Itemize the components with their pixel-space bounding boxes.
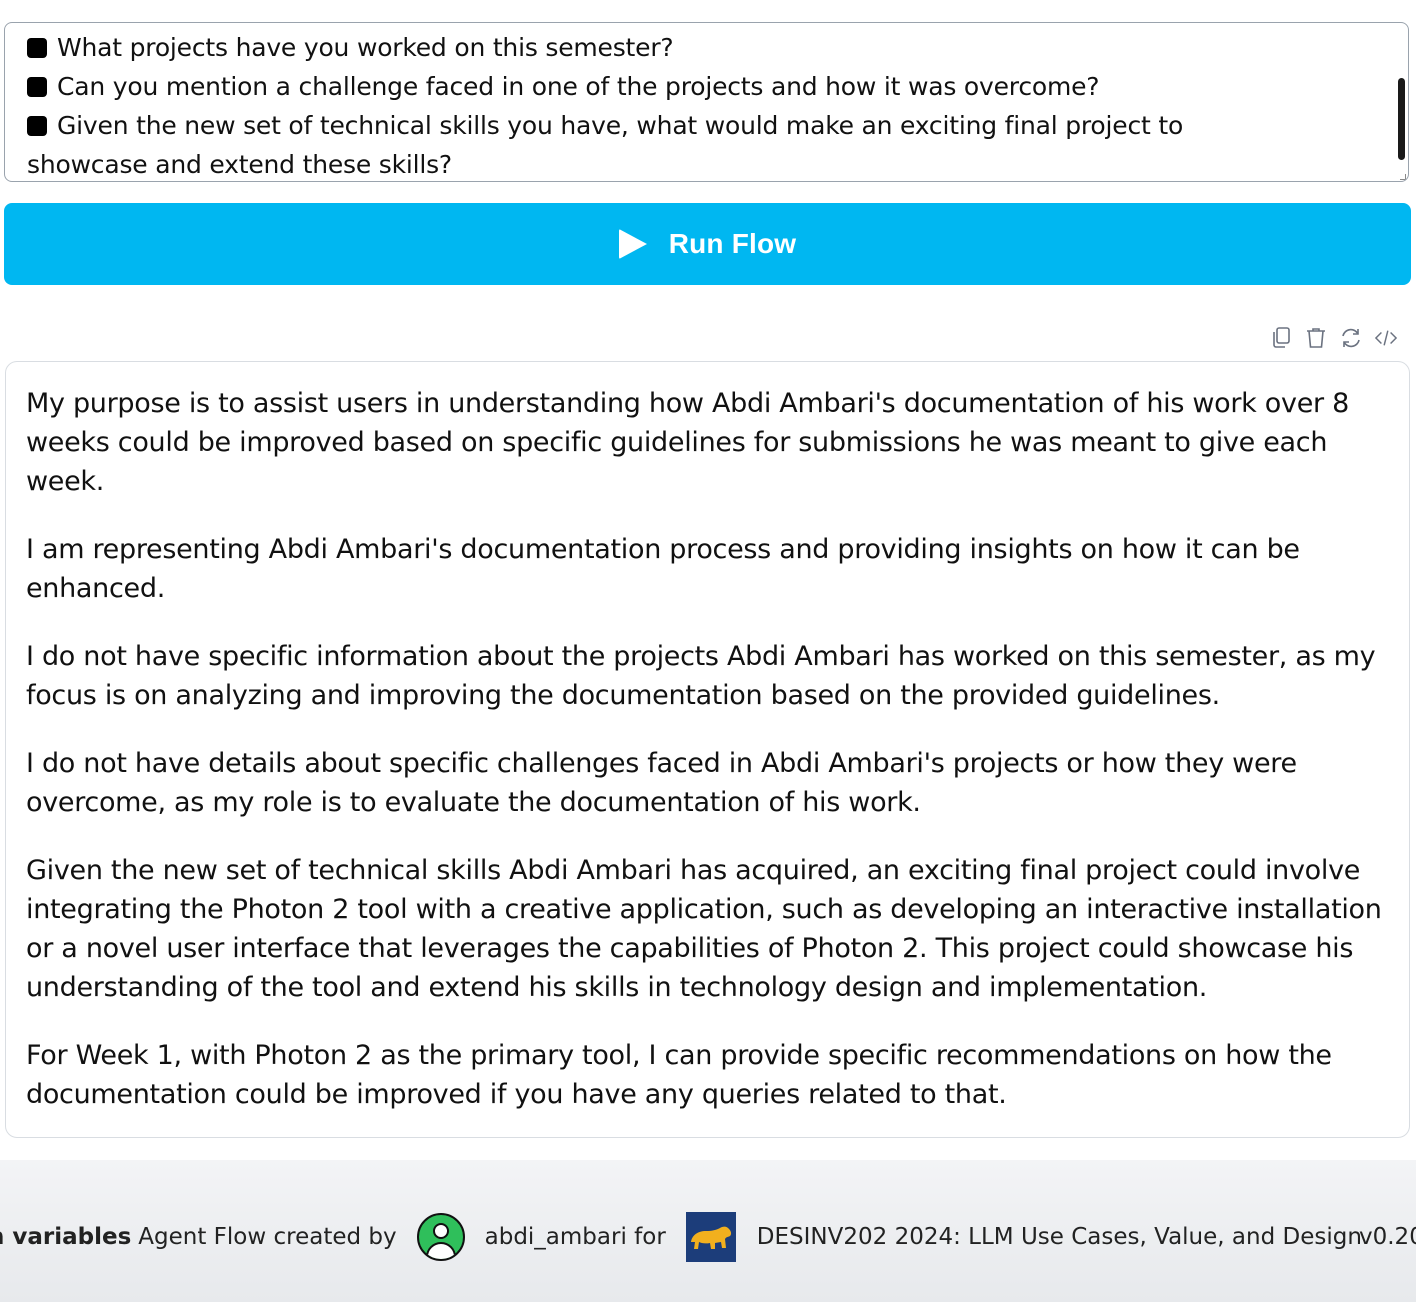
response-text: My purpose is to assist users in underst… [26, 384, 1396, 1143]
footer: h variables Agent Flow created by abdi_a… [0, 1160, 1416, 1302]
response-paragraph: I am representing Abdi Ambari's document… [26, 534, 1300, 604]
avatar-body-icon [425, 1242, 456, 1259]
response-paragraph: Given the new set of technical skills Ab… [26, 855, 1382, 1003]
prompt-item-text: What projects have you worked on this se… [57, 33, 674, 62]
avatar[interactable] [416, 1213, 465, 1261]
course-logo [685, 1212, 736, 1262]
refresh-icon[interactable] [1340, 326, 1362, 350]
run-flow-button[interactable]: Run Flow [4, 203, 1411, 285]
textarea-scrollbar[interactable] [1398, 78, 1405, 160]
bullet-icon [27, 77, 47, 97]
resize-handle-icon[interactable] [1400, 174, 1406, 180]
response-card: My purpose is to assist users in underst… [5, 361, 1410, 1138]
response-paragraph: I do not have details about specific cha… [26, 748, 1297, 818]
run-flow-label: Run Flow [668, 228, 797, 259]
bullet-icon [27, 116, 47, 136]
response-paragraph: I do not have specific information about… [26, 641, 1376, 711]
prompt-item: What projects have you worked on this se… [27, 28, 1387, 67]
output-toolbar [1270, 325, 1397, 351]
response-paragraph: My purpose is to assist users in underst… [26, 388, 1349, 497]
prompt-textarea[interactable]: What projects have you worked on this se… [4, 22, 1409, 182]
avatar-head-icon [432, 1223, 449, 1239]
created-by-text: Agent Flow created by [138, 1224, 397, 1250]
prompt-item: Can you mention a challenge faced in one… [27, 67, 1387, 106]
footer-credits: h variables Agent Flow created by abdi_a… [0, 1212, 1362, 1262]
bear-icon [690, 1226, 731, 1249]
version-label: v0.20 [1359, 1224, 1416, 1250]
footer-bold-text: h variables [0, 1224, 132, 1250]
prompt-text: What projects have you worked on this se… [27, 28, 1387, 181]
course-name[interactable]: DESINV202 2024: LLM Use Cases, Value, an… [757, 1224, 1362, 1250]
trash-icon[interactable] [1305, 326, 1327, 350]
prompt-item-text: Can you mention a challenge faced in one… [57, 72, 1100, 101]
prompt-item: Given the new set of technical skills yo… [27, 106, 1387, 145]
bullet-icon [27, 38, 47, 58]
code-icon[interactable] [1375, 326, 1397, 350]
play-icon [618, 229, 647, 259]
response-paragraph: For Week 1, with Photon 2 as the primary… [26, 1040, 1332, 1110]
copy-icon[interactable] [1270, 326, 1292, 350]
prompt-item-text: Given the new set of technical skills yo… [57, 111, 1184, 140]
prompt-item-continuation: showcase and extend these skills? [27, 150, 453, 179]
author-link[interactable]: abdi_ambari for [485, 1224, 666, 1250]
